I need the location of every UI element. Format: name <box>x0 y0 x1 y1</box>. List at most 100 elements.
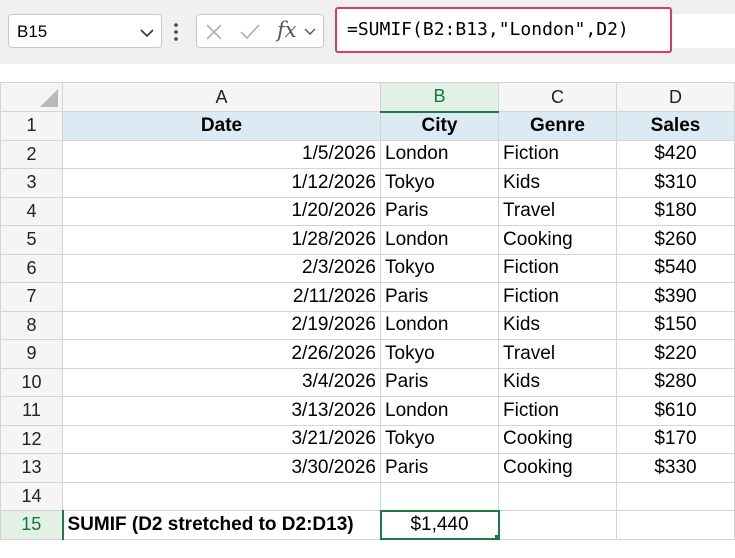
city-cell[interactable]: London <box>380 310 499 340</box>
row-header[interactable]: 15 <box>0 510 64 540</box>
sales-cell[interactable]: $310 <box>616 168 735 198</box>
result-row: 15 SUMIF (D2 stretched to D2:D13) $1,440 <box>0 509 735 540</box>
city-cell[interactable]: Paris <box>380 196 499 226</box>
fill-handle[interactable] <box>493 534 497 538</box>
formula-input[interactable]: =SUMIF(B2:B13,"London",D2) <box>335 7 672 53</box>
genre-cell[interactable]: Kids <box>498 168 617 198</box>
genre-cell[interactable]: Cooking <box>498 424 617 454</box>
row-header[interactable]: 13 <box>0 453 63 483</box>
date-cell[interactable]: 2/19/2026 <box>62 310 381 340</box>
row-header[interactable]: 10 <box>0 367 63 397</box>
cell[interactable] <box>616 510 735 540</box>
row-header[interactable]: 8 <box>0 310 63 340</box>
cell[interactable] <box>498 510 617 540</box>
cell[interactable] <box>62 481 381 511</box>
column-header-b[interactable]: B <box>380 82 499 113</box>
chevron-down-icon[interactable] <box>139 28 155 38</box>
genre-cell[interactable]: Fiction <box>498 396 617 426</box>
sales-cell[interactable]: $150 <box>616 310 735 340</box>
cell[interactable] <box>380 481 499 511</box>
column-header-c[interactable]: C <box>498 82 617 112</box>
date-cell[interactable]: 3/21/2026 <box>62 424 381 454</box>
result-label-cell[interactable]: SUMIF (D2 stretched to D2:D13) <box>62 510 381 540</box>
sales-cell[interactable]: $540 <box>616 253 735 283</box>
date-cell[interactable]: 3/4/2026 <box>62 367 381 397</box>
city-cell[interactable]: London <box>380 396 499 426</box>
data-rows: 2 1/5/2026 London Fiction $420 3 1/12/2026 Toky… <box>0 139 735 483</box>
header-cell-date[interactable]: Date <box>62 111 381 141</box>
city-cell[interactable]: Tokyo <box>380 339 499 369</box>
table-row: 12 3/21/2026 Tokyo Cooking $170 <box>0 424 735 454</box>
genre-cell[interactable]: Fiction <box>498 282 617 312</box>
header-cell-genre[interactable]: Genre <box>498 111 617 141</box>
city-cell[interactable]: London <box>380 139 499 169</box>
cell[interactable] <box>498 481 617 511</box>
sales-cell[interactable]: $330 <box>616 453 735 483</box>
sales-cell[interactable]: $170 <box>616 424 735 454</box>
genre-cell[interactable]: Travel <box>498 196 617 226</box>
genre-cell[interactable]: Fiction <box>498 139 617 169</box>
genre-cell[interactable]: Fiction <box>498 253 617 283</box>
header-cell-city[interactable]: City <box>380 111 499 141</box>
name-box-value: B15 <box>17 22 48 41</box>
row-header[interactable]: 6 <box>0 253 63 283</box>
column-header-d[interactable]: D <box>616 82 735 112</box>
sales-cell[interactable]: $280 <box>616 367 735 397</box>
header-cell-sales[interactable]: Sales <box>616 111 735 141</box>
cancel-icon[interactable] <box>205 23 223 41</box>
city-cell[interactable]: Paris <box>380 282 499 312</box>
genre-cell[interactable]: Kids <box>498 367 617 397</box>
formula-buttons: fx <box>196 14 324 48</box>
date-cell[interactable]: 3/13/2026 <box>62 396 381 426</box>
row-header[interactable]: 2 <box>0 139 63 169</box>
city-cell[interactable]: Paris <box>380 453 499 483</box>
date-cell[interactable]: 1/12/2026 <box>62 168 381 198</box>
table-row: 4 1/20/2026 Paris Travel $180 <box>0 196 735 226</box>
sales-cell[interactable]: $420 <box>616 139 735 169</box>
date-cell[interactable]: 3/30/2026 <box>62 453 381 483</box>
sales-cell[interactable]: $260 <box>616 225 735 255</box>
row-header[interactable]: 3 <box>0 168 63 198</box>
active-cell[interactable]: $1,440 <box>379 509 500 540</box>
date-cell[interactable]: 1/28/2026 <box>62 225 381 255</box>
row-header[interactable]: 7 <box>0 282 63 312</box>
function-icon[interactable]: fx <box>277 18 297 42</box>
more-icon[interactable] <box>173 21 179 43</box>
row-header[interactable]: 5 <box>0 225 63 255</box>
date-cell[interactable]: 2/26/2026 <box>62 339 381 369</box>
city-cell[interactable]: London <box>380 225 499 255</box>
sales-cell[interactable]: $180 <box>616 196 735 226</box>
row-header[interactable]: 11 <box>0 396 63 426</box>
name-box[interactable]: B15 <box>8 14 162 48</box>
column-header-a[interactable]: A <box>62 82 381 112</box>
genre-cell[interactable]: Cooking <box>498 225 617 255</box>
date-cell[interactable]: 1/20/2026 <box>62 196 381 226</box>
row-header[interactable]: 4 <box>0 196 63 226</box>
city-cell[interactable]: Tokyo <box>380 168 499 198</box>
row-header[interactable]: 9 <box>0 339 63 369</box>
formula-input-extension[interactable] <box>672 14 735 48</box>
row-header[interactable]: 12 <box>0 424 63 454</box>
genre-cell[interactable]: Travel <box>498 339 617 369</box>
chevron-down-icon[interactable] <box>303 27 317 37</box>
date-cell[interactable]: 1/5/2026 <box>62 139 381 169</box>
table-row: 13 3/30/2026 Paris Cooking $330 <box>0 453 735 483</box>
row-header[interactable]: 14 <box>0 481 63 511</box>
row-header[interactable]: 1 <box>0 111 63 141</box>
sales-cell[interactable]: $390 <box>616 282 735 312</box>
city-cell[interactable]: Paris <box>380 367 499 397</box>
genre-cell[interactable]: Cooking <box>498 453 617 483</box>
table-row: 2 1/5/2026 London Fiction $420 <box>0 139 735 169</box>
enter-icon[interactable] <box>239 23 261 41</box>
sales-cell[interactable]: $610 <box>616 396 735 426</box>
city-cell[interactable]: Tokyo <box>380 424 499 454</box>
date-cell[interactable]: 2/3/2026 <box>62 253 381 283</box>
date-cell[interactable]: 2/11/2026 <box>62 282 381 312</box>
cell[interactable] <box>616 481 735 511</box>
city-cell[interactable]: Tokyo <box>380 253 499 283</box>
formula-bar-area: B15 fx =SUMIF(B2:B13,"London",D2) <box>0 0 735 64</box>
select-all-button[interactable] <box>0 82 63 112</box>
sales-cell[interactable]: $220 <box>616 339 735 369</box>
genre-cell[interactable]: Kids <box>498 310 617 340</box>
table-row: 7 2/11/2026 Paris Fiction $390 <box>0 282 735 312</box>
